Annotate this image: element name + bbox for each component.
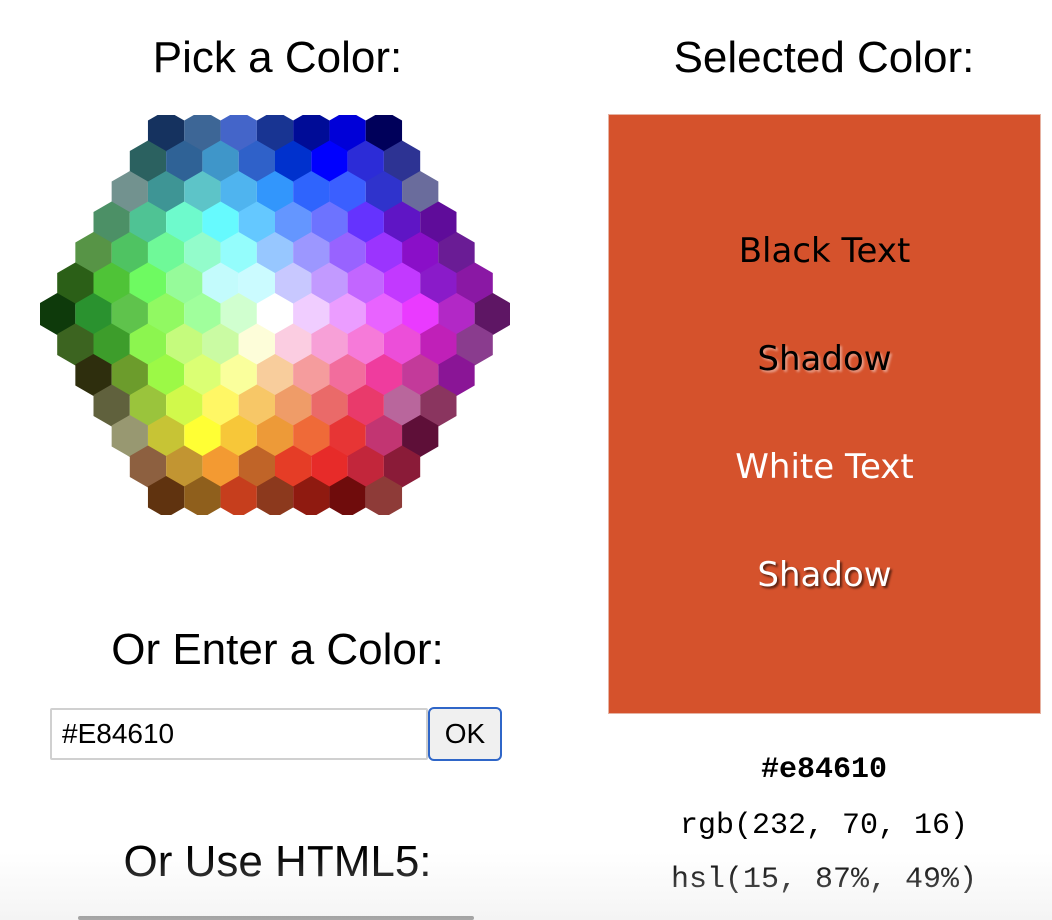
white-text-sample: White Text (735, 447, 914, 487)
selected-color-heading: Selected Color: (673, 33, 975, 82)
hexagon-palette-svg (40, 115, 510, 515)
color-hex-input[interactable] (50, 708, 428, 760)
rgb-value: rgb(232, 70, 16) (679, 809, 969, 843)
hex-value: #e84610 (760, 753, 888, 787)
hsl-value: hsl(15, 87%, 49%) (670, 863, 978, 897)
dark-shadow-text-sample: Shadow (757, 339, 892, 379)
selected-color-swatch: Black Text Shadow White Text Shadow (608, 114, 1041, 714)
black-text-sample: Black Text (738, 231, 911, 271)
ok-button[interactable]: OK (428, 707, 502, 761)
html5-picker-heading: Or Use HTML5: (123, 837, 432, 886)
light-shadow-text-sample: Shadow (757, 555, 892, 595)
pick-color-heading: Pick a Color: (152, 33, 403, 82)
hexagon-color-picker (40, 115, 510, 515)
enter-color-heading: Or Enter a Color: (111, 625, 444, 674)
html5-color-input[interactable] (78, 916, 474, 920)
